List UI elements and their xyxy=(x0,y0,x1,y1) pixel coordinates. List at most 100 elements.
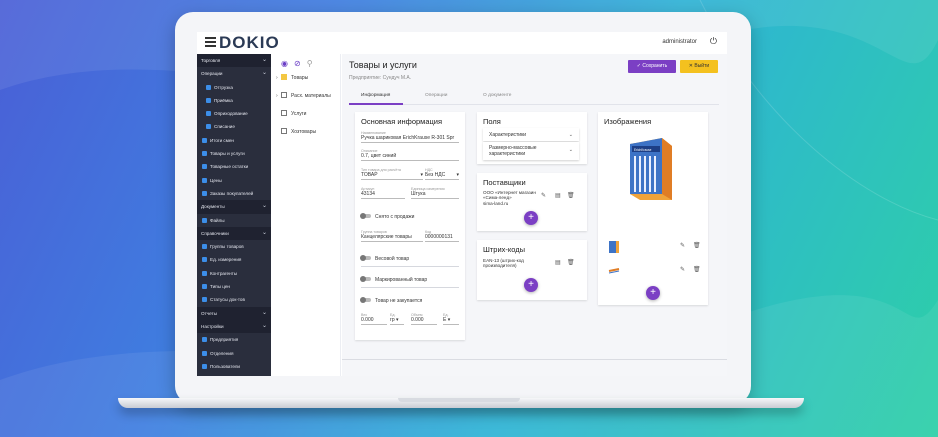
sidebar-item-label: Товары и услуги xyxy=(210,151,245,157)
app-logo: DOKIO xyxy=(219,33,280,52)
menu-item-icon xyxy=(202,217,207,223)
vat-select[interactable]: НДС Без НДС ▾ xyxy=(425,168,459,180)
edit-icon[interactable]: ✎ xyxy=(680,242,685,249)
description-field[interactable]: Описание 0.7, цвет синий xyxy=(361,149,459,161)
dimensions-accordion[interactable]: Размерно-массовые характеристики ⌄ xyxy=(483,142,579,160)
volume-unit-select[interactable]: Ед. Е ▾ xyxy=(443,313,459,325)
filter-icon[interactable]: ⚲ xyxy=(307,59,313,68)
sidebar-item[interactable]: Торговля ⌄ xyxy=(197,54,271,68)
delete-icon[interactable]: 🗑 xyxy=(693,266,701,273)
delete-icon[interactable]: 🗑 xyxy=(567,259,575,266)
sidebar-item[interactable]: Ед. измерения xyxy=(197,253,271,266)
edit-icon[interactable]: ✎ xyxy=(541,192,546,199)
card-title: Поля xyxy=(483,117,501,126)
sidebar-item[interactable]: Документы ⌄ xyxy=(197,200,271,214)
sidebar-item[interactable]: Товары и услуги xyxy=(197,147,271,160)
checkbox[interactable] xyxy=(281,128,287,134)
barcodes-card: Штрих-коды EAN-13 (штрих-код производите… xyxy=(477,240,587,300)
weight-unit-select[interactable]: Ед. гр ▾ xyxy=(390,313,404,325)
user-name[interactable]: administrator xyxy=(662,39,697,45)
add-supplier-button[interactable]: + xyxy=(524,211,538,225)
checkbox[interactable] xyxy=(281,92,287,98)
switch-off-sale[interactable]: Снято с продажи xyxy=(360,213,414,220)
product-image[interactable]: ErichKrause xyxy=(626,134,676,202)
switch-marked-goods[interactable]: Маркированный товар xyxy=(360,276,427,283)
menu-item-icon xyxy=(202,284,207,290)
sidebar-item-label: Приёмка xyxy=(214,97,233,103)
sidebar-item[interactable]: Статусы док-тов xyxy=(197,293,271,306)
switch-weight-goods[interactable]: Весовой товар xyxy=(360,255,409,262)
sidebar-item[interactable]: Товарные остатки xyxy=(197,160,271,173)
menu-item-icon xyxy=(202,297,207,303)
sidebar-item[interactable]: Настройки ⌄ xyxy=(197,319,271,334)
name-field[interactable]: Наименование Ручка шариковая ErichKrause … xyxy=(361,131,459,143)
delete-icon[interactable]: 🗑 xyxy=(693,242,701,249)
edit-icon[interactable]: ✎ xyxy=(680,266,685,273)
tab-info[interactable]: Информация xyxy=(361,93,390,98)
sidebar-item[interactable]: Отчеты ⌄ xyxy=(197,306,271,320)
eye-off-icon[interactable]: ⊘ xyxy=(294,59,301,68)
sidebar-item[interactable]: Отделения xyxy=(197,347,271,360)
switch-not-purchased[interactable]: Товар не закупается xyxy=(360,297,422,304)
sidebar-item[interactable]: Оприходование xyxy=(197,107,271,120)
tree-item[interactable]: › Товары xyxy=(276,74,308,81)
add-image-button[interactable]: + xyxy=(646,286,660,300)
product-type-select[interactable]: Тип товара для расчёта ТОВАР ▾ xyxy=(361,168,423,180)
sidebar-item[interactable]: Типы цен xyxy=(197,280,271,293)
exit-button[interactable]: ✕ Выйти xyxy=(680,60,718,73)
chevron-down-icon: ⌄ xyxy=(261,309,267,316)
sidebar-item[interactable]: Операции ⌄ xyxy=(197,67,271,80)
sidebar-item[interactable]: Приёмка xyxy=(197,94,271,107)
power-icon[interactable]: ⏻ xyxy=(710,36,717,47)
sidebar-item[interactable]: Справочники ⌄ xyxy=(197,226,271,241)
checkbox[interactable] xyxy=(281,74,287,80)
active-tab-indicator xyxy=(349,103,403,105)
tree-item[interactable]: Хозтовары xyxy=(276,128,316,135)
save-button[interactable]: ✓ Сохранить xyxy=(628,60,676,73)
chevron-down-icon: ⌄ xyxy=(568,147,573,153)
sidebar-item[interactable]: Цены xyxy=(197,174,271,187)
article-field[interactable]: Артикул 43134 xyxy=(361,187,405,199)
copy-icon[interactable]: ▤ xyxy=(555,259,561,266)
eye-icon[interactable]: ◉ xyxy=(281,59,288,68)
weight-field[interactable]: Вес 0.000 xyxy=(361,313,387,325)
sidebar-item-label: Пользователи xyxy=(210,363,240,369)
menu-icon[interactable] xyxy=(205,37,216,47)
characteristics-accordion[interactable]: Характеристики ⌄ xyxy=(483,128,579,141)
page-subtitle: Предприятие: Сундуч М.А. xyxy=(349,75,412,81)
checkbox[interactable] xyxy=(281,110,287,116)
chevron-down-icon: ⌄ xyxy=(261,70,267,77)
copy-icon[interactable]: ▤ xyxy=(555,192,561,199)
tree-item[interactable]: Услуги xyxy=(276,110,306,117)
sidebar-item[interactable]: Группы товаров xyxy=(197,240,271,253)
image-thumbnail-1[interactable] xyxy=(608,240,620,254)
tree-item-label: Хозтовары xyxy=(291,129,317,135)
card-title: Штрих-коды xyxy=(483,245,526,254)
delete-icon[interactable]: 🗑 xyxy=(567,192,575,199)
product-group-field[interactable]: Группа товаров Канцелярские товары xyxy=(361,230,423,242)
sidebar-item[interactable]: Списание xyxy=(197,120,271,133)
card-title: Основная информация xyxy=(361,117,443,126)
menu-item-icon xyxy=(202,257,207,263)
code-field[interactable]: Код 0000000131 xyxy=(425,230,459,242)
sidebar-item[interactable]: Пользователи xyxy=(197,360,271,373)
image-thumbnail-2[interactable] xyxy=(608,264,620,278)
sidebar-item[interactable]: Итоги смен xyxy=(197,134,271,147)
unit-field[interactable]: Единица измерения Штука xyxy=(411,187,459,199)
card-title: Изображения xyxy=(604,117,652,126)
add-barcode-button[interactable]: + xyxy=(524,278,538,292)
sidebar-item[interactable]: Контрагенты xyxy=(197,267,271,280)
images-card: Изображения ErichKrause ✎ 🗑 ✎ 🗑 + xyxy=(598,112,708,305)
menu-item-icon xyxy=(202,137,207,143)
sidebar-item[interactable]: Заказы покупателей xyxy=(197,187,271,200)
sidebar-item[interactable]: Отгрузка xyxy=(197,81,271,94)
sidebar-item[interactable]: Предприятия xyxy=(197,333,271,346)
tab-operations[interactable]: Операции xyxy=(425,93,447,98)
menu-item-icon xyxy=(202,363,207,369)
tab-about[interactable]: О документе xyxy=(483,93,511,98)
sidebar-item-label: Торговля xyxy=(201,58,221,63)
sidebar-item[interactable]: Файлы xyxy=(197,214,271,227)
menu-item-icon xyxy=(202,177,207,183)
volume-field[interactable]: Объем 0.000 xyxy=(411,313,437,325)
tree-item[interactable]: › Расх. материалы xyxy=(276,92,331,99)
